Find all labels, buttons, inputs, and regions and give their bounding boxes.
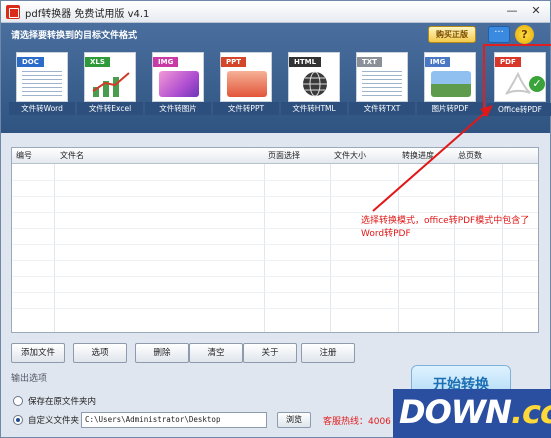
- title-bar: pdf转换器 免费试用版 v4.1 — ✕: [1, 1, 550, 23]
- format-label: 文件转图片: [145, 102, 211, 115]
- support-hotline: 客服热线：4006: [323, 417, 391, 427]
- format-list: DOC 文件转Word XLS 文件转Excel IMG 文件转图片 PPT 文…: [9, 44, 551, 129]
- column-header-total-pages[interactable]: 总页数: [458, 150, 482, 161]
- close-button[interactable]: ✕: [525, 4, 547, 20]
- format-label: 文件转Excel: [77, 102, 143, 115]
- format-tag: IMG: [153, 57, 179, 67]
- pdf-app-icon: [6, 5, 20, 19]
- column-header-index[interactable]: 编号: [16, 150, 32, 161]
- site-watermark: DOWN.cc: [393, 389, 551, 438]
- radio-same-folder[interactable]: [13, 396, 23, 406]
- column-header-size[interactable]: 文件大小: [334, 150, 366, 161]
- browse-button[interactable]: 浏览: [277, 412, 311, 428]
- action-bar: 添加文件 选项 删除 清空 关于 注册: [11, 343, 539, 363]
- radio-custom-folder[interactable]: [13, 415, 23, 425]
- add-file-button[interactable]: 添加文件: [11, 343, 65, 363]
- format-tag: DOC: [17, 57, 44, 67]
- table-header: 编号 文件名 页面选择 文件大小 转换进度 总页数: [12, 148, 538, 164]
- minimize-button[interactable]: —: [501, 4, 523, 20]
- column-header-pages[interactable]: 页面选择: [268, 150, 300, 161]
- format-ppt[interactable]: PPT 文件转PPT: [213, 49, 279, 115]
- chat-bubble-icon: ···: [494, 27, 504, 38]
- radio-same-folder-label[interactable]: 保存在原文件夹内: [28, 395, 96, 407]
- format-word[interactable]: DOC 文件转Word: [9, 49, 75, 115]
- ppt-icon: PPT: [220, 52, 272, 102]
- globe-icon: HTML: [288, 52, 340, 102]
- app-window: pdf转换器 免费试用版 v4.1 — ✕ 请选择要转换到的目标文件格式 购买正…: [0, 0, 551, 438]
- photo-icon: IMG: [424, 52, 476, 102]
- format-label: 文件转Word: [9, 102, 75, 115]
- format-label: 文件转TXT: [349, 102, 415, 115]
- format-excel[interactable]: XLS 文件转Excel: [77, 49, 143, 115]
- format-tag: PPT: [221, 57, 247, 67]
- header-title: 请选择要转换到的目标文件格式: [11, 31, 138, 41]
- register-button[interactable]: 注册: [301, 343, 355, 363]
- format-office-to-pdf[interactable]: PDF ✓ Office转PDF: [483, 44, 551, 116]
- clear-button[interactable]: 清空: [189, 343, 243, 363]
- format-tag: HTML: [289, 57, 322, 67]
- format-tag: IMG: [425, 57, 451, 67]
- format-header: 请选择要转换到的目标文件格式 购买正版 ··· ? DOC 文件转Word XL…: [1, 23, 551, 133]
- about-button[interactable]: 关于: [243, 343, 297, 363]
- format-image-to-pdf[interactable]: IMG 图片转PDF: [417, 49, 483, 115]
- annotation-note: 选择转换模式，office转PDF模式中包含了Word转PDF: [361, 216, 530, 239]
- watermark-main: DOWN: [399, 393, 512, 431]
- format-label: 文件转HTML: [281, 102, 347, 115]
- format-tag: XLS: [85, 57, 110, 67]
- window-title: pdf转换器 免费试用版 v4.1: [25, 9, 150, 20]
- word-doc-icon: DOC: [16, 52, 68, 102]
- options-button[interactable]: 选项: [73, 343, 127, 363]
- format-label: 图片转PDF: [417, 102, 483, 115]
- excel-chart-icon: XLS: [84, 52, 136, 102]
- check-icon: ✓: [529, 76, 545, 92]
- column-header-progress[interactable]: 转换进度: [402, 150, 434, 161]
- delete-button[interactable]: 删除: [135, 343, 189, 363]
- watermark-suffix: .cc: [510, 393, 551, 431]
- format-html[interactable]: HTML 文件转HTML: [281, 49, 347, 115]
- output-path-input[interactable]: C:\Users\Administrator\Desktop: [81, 412, 267, 428]
- format-label: 文件转PPT: [213, 102, 279, 115]
- format-tag: TXT: [357, 57, 382, 67]
- help-button[interactable]: ?: [515, 25, 534, 44]
- chat-button[interactable]: ···: [488, 26, 510, 43]
- format-tag: PDF: [495, 57, 521, 67]
- output-options-label: 输出选项: [11, 374, 48, 384]
- format-txt[interactable]: TXT 文件转TXT: [349, 49, 415, 115]
- radio-custom-folder-label[interactable]: 自定义文件夹: [28, 414, 79, 426]
- buy-button[interactable]: 购买正版: [428, 26, 476, 43]
- format-image[interactable]: IMG 文件转图片: [145, 49, 211, 115]
- column-header-filename[interactable]: 文件名: [60, 150, 84, 161]
- image-icon: IMG: [152, 52, 204, 102]
- text-icon: TXT: [356, 52, 408, 102]
- format-label: Office转PDF: [487, 103, 551, 116]
